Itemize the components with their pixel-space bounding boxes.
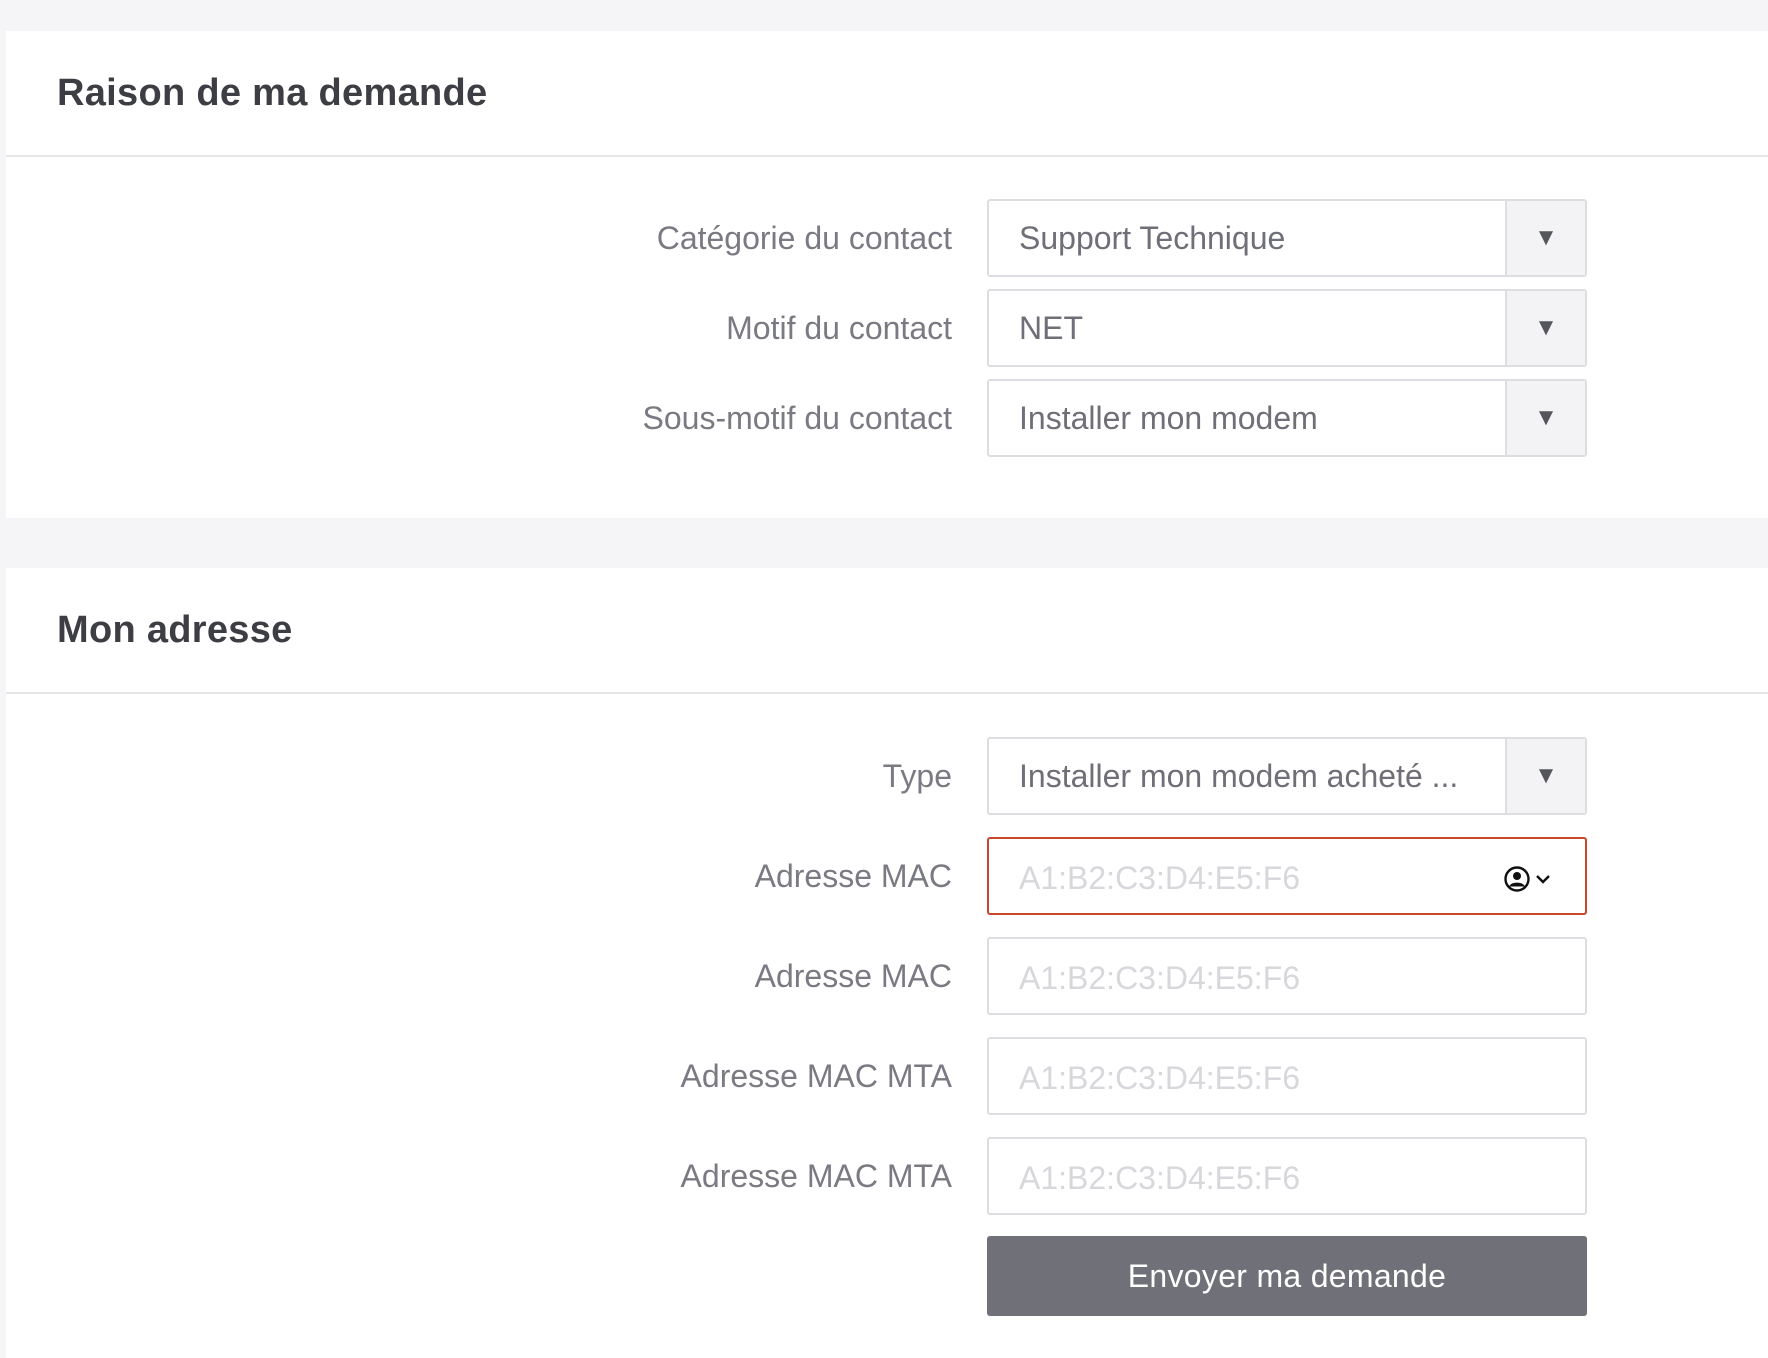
triangle-down-icon[interactable]: ▼ — [1505, 201, 1585, 275]
mac-1-field — [987, 837, 1587, 915]
address-section-title: Mon adresse — [57, 608, 293, 651]
submit-request-button[interactable]: Envoyer ma demande — [987, 1236, 1587, 1316]
sous-motif-label: Sous-motif du contact — [642, 399, 952, 436]
reason-section-header: Raison de ma demande — [6, 31, 1768, 157]
contact-autofill-icon[interactable] — [1503, 865, 1555, 893]
triangle-down-icon[interactable]: ▼ — [1505, 739, 1585, 813]
sous-motif-select-value: Installer mon modem — [1019, 399, 1318, 436]
categorie-label: Catégorie du contact — [656, 219, 952, 256]
form-row-mac-2: Adresse MAC — [6, 937, 1768, 1015]
mac-2-input[interactable] — [989, 939, 1585, 1013]
chevron-down-icon — [1536, 875, 1550, 884]
mac-1-label: Adresse MAC — [754, 857, 952, 894]
type-select-value: Installer mon modem acheté ... — [1019, 757, 1459, 794]
triangle-down-icon[interactable]: ▼ — [1505, 381, 1585, 455]
mac-mta-2-label: Adresse MAC MTA — [680, 1157, 952, 1194]
motif-label: Motif du contact — [726, 309, 952, 346]
form-row-mac-mta-1: Adresse MAC MTA — [6, 1037, 1768, 1115]
mac-mta-2-field — [987, 1137, 1587, 1215]
form-row-sous-motif: Sous-motif du contact Installer mon mode… — [6, 379, 1768, 457]
mac-mta-1-label: Adresse MAC MTA — [680, 1057, 952, 1094]
type-label: Type — [882, 757, 952, 794]
reason-section-title: Raison de ma demande — [57, 71, 488, 114]
form-row-categorie: Catégorie du contact Support Technique ▼ — [6, 199, 1768, 277]
mac-mta-1-input[interactable] — [989, 1039, 1585, 1113]
sous-motif-select[interactable]: Installer mon modem ▼ — [987, 379, 1587, 457]
form-row-motif: Motif du contact NET ▼ — [6, 289, 1768, 367]
address-section-header: Mon adresse — [6, 568, 1768, 694]
mac-mta-2-input[interactable] — [989, 1139, 1585, 1213]
categorie-select-value: Support Technique — [1019, 219, 1286, 256]
form-row-mac-mta-2: Adresse MAC MTA — [6, 1137, 1768, 1215]
mac-mta-1-field — [987, 1037, 1587, 1115]
triangle-down-icon[interactable]: ▼ — [1505, 291, 1585, 365]
mac-1-input[interactable] — [989, 839, 1585, 913]
motif-select-value: NET — [1019, 309, 1083, 346]
address-section: Mon adresse Type Installer mon modem ach… — [6, 568, 1768, 1358]
mac-2-field — [987, 937, 1587, 1015]
type-select[interactable]: Installer mon modem acheté ... ▼ — [987, 737, 1587, 815]
mac-2-label: Adresse MAC — [754, 957, 952, 994]
form-row-type: Type Installer mon modem acheté ... ▼ — [6, 737, 1768, 815]
motif-select[interactable]: NET ▼ — [987, 289, 1587, 367]
reason-section: Raison de ma demande Catégorie du contac… — [6, 31, 1768, 518]
form-row-mac-1: Adresse MAC — [6, 837, 1768, 915]
categorie-select[interactable]: Support Technique ▼ — [987, 199, 1587, 277]
